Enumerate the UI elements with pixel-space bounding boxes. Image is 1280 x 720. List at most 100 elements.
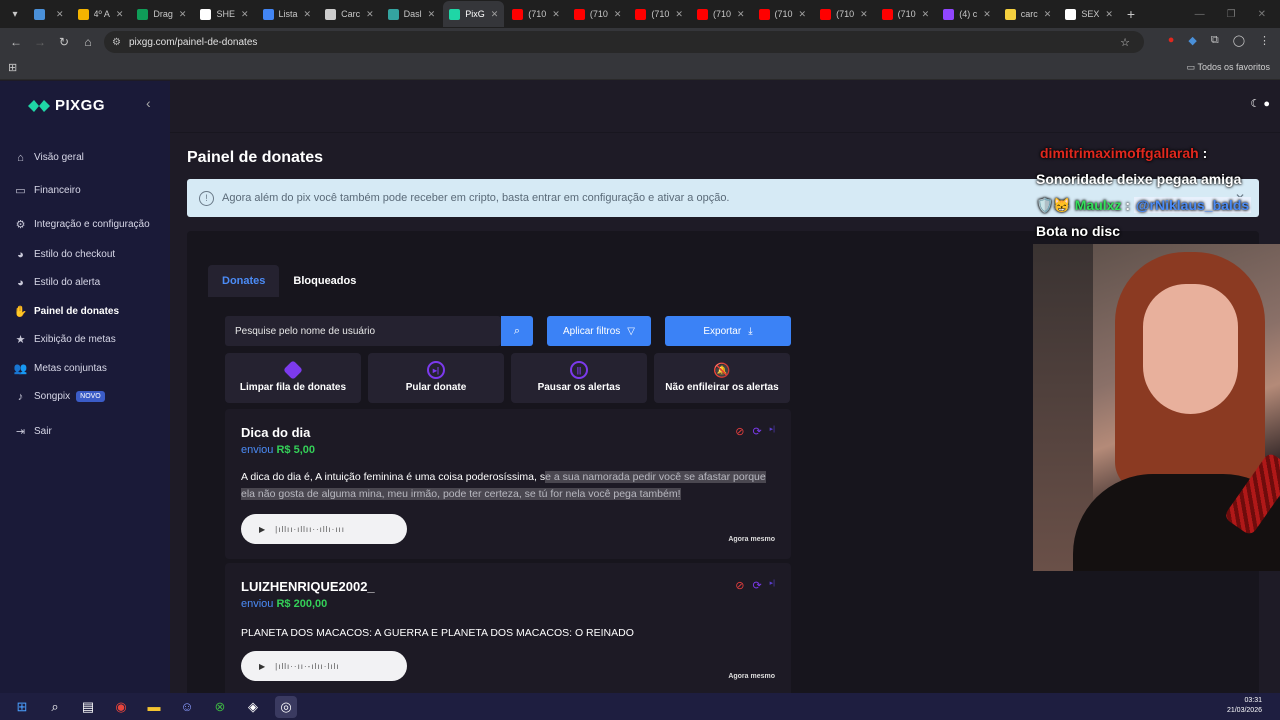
sidebar-item-integracao[interactable]: ⚙ Integração e configuração xyxy=(14,218,150,231)
browser-tab[interactable]: SHE ✕ xyxy=(194,1,254,27)
maximize-icon[interactable]: ❐ xyxy=(1227,9,1236,20)
apps-grid-icon[interactable]: ⊞ xyxy=(8,61,17,74)
tab-close-icon[interactable]: ✕ xyxy=(428,9,436,20)
tab-close-icon[interactable]: ✕ xyxy=(56,9,64,20)
url-input[interactable]: ⚙ pixgg.com/painel-de-donates ☆ xyxy=(104,31,1144,53)
no-queue-alerts-button[interactable]: 🔕 Não enfileirar os alertas xyxy=(654,353,790,403)
browser-tab[interactable]: Dasl ✕ xyxy=(382,1,442,27)
theme-toggle[interactable]: ☾ ● xyxy=(1250,97,1270,110)
brand-logo[interactable]: PIXGG xyxy=(28,97,105,114)
search-icon[interactable]: ⌕ xyxy=(44,696,66,718)
back-icon[interactable]: ← xyxy=(4,35,28,49)
sidebar-item-estilo-alerta[interactable]: ◕ Estilo do alerta xyxy=(14,276,100,289)
play-icon[interactable]: ▶ xyxy=(259,662,265,671)
replay-icon[interactable]: ⟳ xyxy=(752,425,761,438)
file-explorer-icon[interactable]: ▬ xyxy=(143,696,165,718)
collapse-sidebar-icon[interactable]: ‹ xyxy=(146,95,151,111)
skip-donate-button[interactable]: ▸| Pular donate xyxy=(368,353,504,403)
profile-icon[interactable]: ◯ xyxy=(1233,34,1245,47)
search-input[interactable]: Pesquise pelo nome de usuário xyxy=(225,316,501,346)
sidebar-item-exibicao-metas[interactable]: ★ Exibição de metas xyxy=(14,333,116,346)
skip-small-icon[interactable]: ▸| xyxy=(770,579,775,592)
browser-tab[interactable]: Lista ✕ xyxy=(257,1,318,27)
obs-icon[interactable]: ◎ xyxy=(275,695,297,718)
tab-close-icon[interactable]: ✕ xyxy=(1105,9,1113,20)
sidebar-item-songpix[interactable]: ♪ Songpix NOVO xyxy=(14,390,105,403)
sidebar-item-financeiro[interactable]: ▭ Financeiro xyxy=(14,184,80,197)
windows-start-icon[interactable]: ⊞ xyxy=(11,696,33,718)
menu-dots-icon[interactable]: ⋮ xyxy=(1259,34,1270,47)
tab-close-icon[interactable]: ✕ xyxy=(304,9,312,20)
tab-close-icon[interactable]: ✕ xyxy=(241,9,249,20)
tab-close-icon[interactable]: ✕ xyxy=(116,9,124,20)
play-icon[interactable]: ▶ xyxy=(259,525,265,534)
tab-close-icon[interactable]: ✕ xyxy=(799,9,807,20)
tab-close-icon[interactable]: ✕ xyxy=(491,9,499,20)
sidebar-item-visao-geral[interactable]: ⌂ Visão geral xyxy=(14,151,84,164)
search-button[interactable]: ⌕ xyxy=(501,316,533,346)
apply-filters-button[interactable]: Aplicar filtros ▽ xyxy=(547,316,651,346)
pause-alerts-button[interactable]: || Pausar os alertas xyxy=(511,353,647,403)
sidebar-item-estilo-checkout[interactable]: ◕ Estilo do checkout xyxy=(14,248,115,261)
forward-icon[interactable]: → xyxy=(28,35,52,49)
browser-tab[interactable]: (710 ✕ xyxy=(568,1,628,27)
discord-icon[interactable]: ☺ xyxy=(176,696,198,718)
tab-close-icon[interactable]: ✕ xyxy=(860,9,868,20)
skip-small-icon[interactable]: ▸| xyxy=(770,425,775,438)
browser-tab[interactable]: (710 ✕ xyxy=(506,1,566,27)
clear-queue-button[interactable]: Limpar fila de donates xyxy=(225,353,361,403)
browser-tab[interactable]: (710 ✕ xyxy=(876,1,936,27)
browser-tab[interactable]: (710 ✕ xyxy=(814,1,874,27)
tab-close-icon[interactable]: ✕ xyxy=(922,9,930,20)
export-button[interactable]: Exportar ⤓ xyxy=(665,316,791,346)
sidebar-item-metas-conjuntas[interactable]: 👥 Metas conjuntas xyxy=(14,362,107,375)
reload-icon[interactable]: ↻ xyxy=(52,35,76,49)
extension-blue-icon[interactable]: ◆ xyxy=(1188,34,1196,47)
browser-tab[interactable]: (710 ✕ xyxy=(629,1,689,27)
browser-tab[interactable]: (4) c ✕ xyxy=(937,1,997,27)
browser-tab[interactable]: (710 ✕ xyxy=(691,1,751,27)
new-tab-button[interactable]: + xyxy=(1127,6,1135,22)
tab-close-icon[interactable]: ✕ xyxy=(675,9,683,20)
home-icon[interactable]: ⌂ xyxy=(76,35,100,49)
browser-tab[interactable]: Drag ✕ xyxy=(131,1,192,27)
minimize-icon[interactable]: — xyxy=(1195,9,1205,20)
security-shield-icon[interactable]: ◈ xyxy=(242,696,264,718)
tab-close-icon[interactable]: ✕ xyxy=(179,9,187,20)
block-icon[interactable]: ⊘ xyxy=(735,425,744,438)
browser-tab[interactable]: PixG ✕ xyxy=(443,1,505,27)
tab-close-icon[interactable]: ✕ xyxy=(366,9,374,20)
tab-close-icon[interactable]: ✕ xyxy=(552,9,560,20)
sidebar-item-sair[interactable]: ⇥ Sair xyxy=(14,425,52,438)
tab-close-icon[interactable]: ✕ xyxy=(1044,9,1052,20)
chrome-icon[interactable]: ◉ xyxy=(110,696,132,718)
bookmark-star-icon[interactable]: ☆ xyxy=(1120,36,1130,49)
tab-close-icon[interactable]: ✕ xyxy=(614,9,622,20)
browser-tab[interactable]: ✕ xyxy=(28,1,70,27)
tab-search-icon[interactable]: ▾ xyxy=(4,3,26,25)
tab-bloqueados[interactable]: Bloqueados xyxy=(279,265,370,297)
extensions-puzzle-icon[interactable]: ⧉ xyxy=(1211,34,1219,47)
xbox-icon[interactable]: ⊗ xyxy=(209,696,231,718)
block-icon[interactable]: ⊘ xyxy=(735,579,744,592)
browser-tab[interactable]: carc ✕ xyxy=(999,1,1058,27)
eraser-icon xyxy=(283,360,303,380)
extension-red-icon[interactable]: ● xyxy=(1168,34,1175,47)
audio-player[interactable]: ▶ |ıllıı·ıllıı··ıllı·ııı xyxy=(241,514,407,544)
audio-player[interactable]: ▶ |ıllı··ıı·-ılıı·lılı xyxy=(241,651,407,681)
close-window-icon[interactable]: ✕ xyxy=(1258,9,1266,20)
sidebar-item-painel-donates[interactable]: ✋ Painel de donates xyxy=(14,305,119,318)
browser-tab[interactable]: SEX ✕ xyxy=(1059,1,1119,27)
system-clock[interactable]: 03:31 21/03/2026 xyxy=(1227,696,1262,716)
browser-tab[interactable]: Carc ✕ xyxy=(319,1,380,27)
tab-close-icon[interactable]: ✕ xyxy=(983,9,991,20)
tab-donates[interactable]: Donates xyxy=(208,265,280,297)
task-view-icon[interactable]: ▤ xyxy=(77,696,99,718)
browser-tab[interactable]: (710 ✕ xyxy=(753,1,813,27)
window-controls: — ❐ ✕ xyxy=(1195,0,1280,28)
all-bookmarks-link[interactable]: ▭ Todos os favoritos xyxy=(1187,62,1270,73)
site-info-icon[interactable]: ⚙ xyxy=(112,37,121,48)
replay-icon[interactable]: ⟳ xyxy=(752,579,761,592)
browser-tab[interactable]: 4º A ✕ xyxy=(72,1,130,27)
tab-close-icon[interactable]: ✕ xyxy=(737,9,745,20)
